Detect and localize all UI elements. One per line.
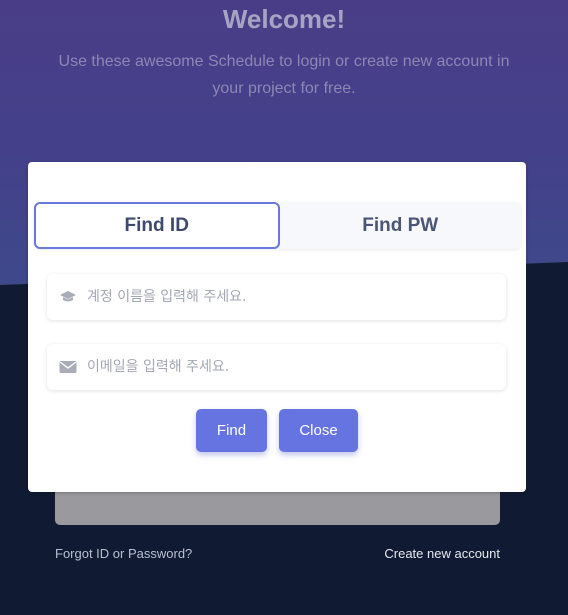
close-button[interactable]: Close (279, 409, 358, 452)
email-input[interactable] (87, 344, 506, 390)
find-account-modal: Find ID Find PW Find Close (28, 162, 526, 492)
account-name-field (47, 274, 506, 320)
email-field (47, 344, 506, 390)
hero-title: Welcome! (222, 4, 346, 34)
graduation-cap-icon (59, 290, 77, 304)
envelope-icon (59, 360, 77, 374)
tab-find-id[interactable]: Find ID (34, 202, 280, 249)
forgot-credentials-link[interactable]: Forgot ID or Password? (55, 546, 192, 561)
account-name-input[interactable] (87, 274, 506, 320)
hero-subtitle: Use these awesome Schedule to login or c… (58, 53, 510, 97)
find-button[interactable]: Find (196, 409, 267, 452)
tab-find-pw[interactable]: Find PW (280, 202, 522, 249)
create-account-link[interactable]: Create new account (384, 546, 500, 561)
modal-tabs: Find ID Find PW (34, 202, 521, 249)
